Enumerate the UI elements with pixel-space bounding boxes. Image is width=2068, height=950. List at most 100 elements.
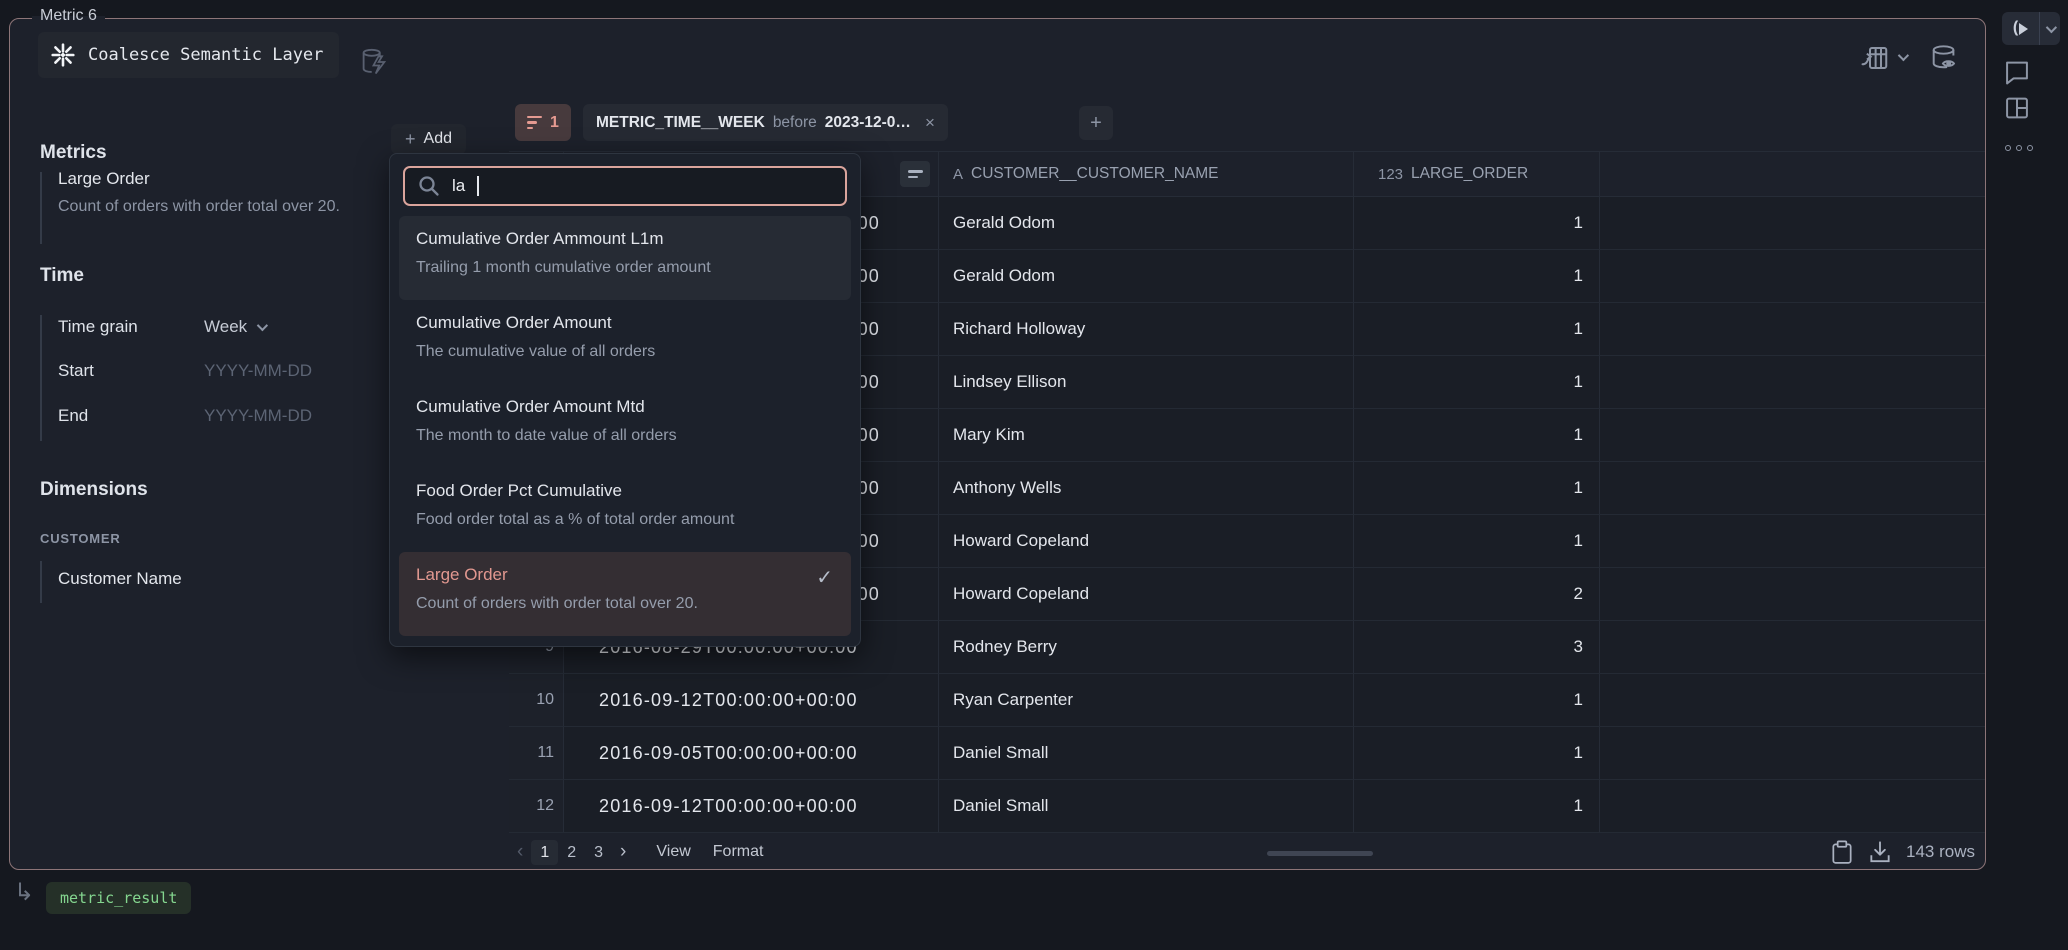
time-grain-row[interactable]: Time grain Week [58,317,265,337]
preview-data-icon[interactable] [1930,43,1962,73]
filter-count-chip[interactable]: 1 [515,104,571,141]
customer-cell: Ryan Carpenter [939,674,1354,726]
empty-cell [1600,674,1985,726]
large-order-cell: 1 [1354,356,1600,408]
prev-page-button[interactable]: ‹ [509,841,531,863]
customer-cell: Lindsey Ellison [939,356,1354,408]
dropdown-item-title: Cumulative Order Ammount L1m [416,229,835,249]
search-query: la [452,176,465,196]
row-number-cell: 12 [509,780,564,832]
start-date-input[interactable]: YYYY-MM-DD [204,361,312,381]
empty-cell [1600,780,1985,832]
run-icon[interactable]: ( [2002,12,2040,45]
empty-cell [1600,356,1985,408]
customer-cell: Mary Kim [939,409,1354,461]
customer-cell: Richard Holloway [939,303,1354,355]
metric-dropdown-items: Cumulative Order Ammount L1mTrailing 1 m… [399,216,851,636]
start-label: Start [58,361,204,381]
dimension-group-label: CUSTOMER [40,531,121,546]
active-filter-chip[interactable]: METRIC_TIME__WEEK before 2023-12-0… × [583,104,948,141]
output-type-chevron-icon[interactable] [1898,53,1906,61]
empty-cell [1600,462,1985,514]
checkmark-icon: ✓ [816,565,833,590]
metric-name: Large Order [58,169,340,189]
remove-filter-icon[interactable]: × [925,113,935,133]
empty-cell [1600,197,1985,249]
output-table-icon[interactable] [1860,43,1890,73]
table-row[interactable]: 102016-09-12T00:00:00+00:00Ryan Carpente… [509,674,1985,727]
comment-icon[interactable] [2003,58,2031,86]
dropdown-item[interactable]: Cumulative Order Amount The cumulative va… [399,300,851,384]
dimensions-heading: Dimensions [40,479,148,501]
filter-count: 1 [550,114,559,132]
empty-cell [1600,409,1985,461]
push-to-warehouse-icon[interactable] [360,47,388,77]
semantic-layer-source-chip[interactable]: Coalesce Semantic Layer [38,32,339,78]
add-metric-button[interactable]: + Add [391,124,466,154]
number-type-icon: 123 [1378,166,1403,183]
dimension-item[interactable]: Customer Name [58,569,182,589]
large-order-cell: 3 [1354,621,1600,673]
metric-search-input[interactable]: la [403,166,847,206]
selected-metric-item[interactable]: Large Order Count of orders with order t… [58,169,340,216]
metric-search-dropdown: la Cumulative Order Ammount L1mTrailing … [389,153,861,647]
end-date-input[interactable]: YYYY-MM-DD [204,406,312,426]
dropdown-item[interactable]: Food Order Pct CumulativeFood order tota… [399,468,851,552]
notebook-cell: Metric 6 Coalesce Semantic Layer Metrics… [9,18,1986,870]
large-order-cell: 1 [1354,462,1600,514]
empty-cell [1600,515,1985,567]
end-date-row: End YYYY-MM-DD [58,406,312,426]
add-filter-button[interactable]: + [1079,106,1113,140]
download-icon[interactable] [1868,839,1892,865]
metric-indent-line [40,172,42,244]
large-order-cell: 1 [1354,674,1600,726]
page-button[interactable]: 3 [585,840,612,865]
layout-icon[interactable] [2003,94,2031,122]
dropdown-item[interactable]: Cumulative Order Ammount L1mTrailing 1 m… [399,216,851,300]
customer-cell: Rodney Berry [939,621,1354,673]
large-order-cell: 2 [1354,568,1600,620]
customer-column-header[interactable]: A CUSTOMER__CUSTOMER_NAME [939,152,1354,196]
dropdown-item-title: Cumulative Order Amount [416,313,835,333]
next-page-button[interactable]: › [612,841,634,862]
copy-table-icon[interactable] [1830,839,1854,865]
empty-cell [1600,250,1985,302]
horizontal-scrollbar[interactable] [1267,851,1373,856]
empty-cell [1600,568,1985,620]
customer-cell: Daniel Small [939,727,1354,779]
date-cell: 2016-09-05T00:00:00+00:00 [564,727,939,779]
more-options-icon[interactable] [2005,145,2033,151]
dimension-name: Customer Name [58,569,182,589]
text-type-icon: A [953,166,963,183]
column-filter-icon[interactable] [900,161,930,187]
empty-cell [1600,621,1985,673]
text-caret [477,176,479,196]
plus-icon: + [405,129,416,150]
table-row[interactable]: 122016-09-12T00:00:00+00:00Daniel Small1 [509,780,1985,833]
empty-cell [1600,303,1985,355]
customer-cell: Howard Copeland [939,568,1354,620]
customer-cell: Anthony Wells [939,462,1354,514]
large-order-cell: 1 [1354,515,1600,567]
large-order-column-header[interactable]: 123 LARGE_ORDER [1354,152,1600,196]
page-button[interactable]: 1 [531,840,558,865]
dimension-indent-line [40,561,42,603]
run-options-chevron-icon[interactable] [2040,25,2060,33]
source-label: Coalesce Semantic Layer [88,45,323,65]
page-button[interactable]: 2 [558,840,585,865]
filter-icon [527,116,542,130]
dropdown-item-description: Food order total as a % of total order a… [416,511,835,529]
customer-cell: Daniel Small [939,780,1354,832]
dropdown-item-description: Count of orders with order total over 20… [416,595,835,613]
tab-view[interactable]: View [656,843,690,861]
run-cell-button[interactable]: ( [2002,12,2060,45]
dropdown-item-description: The cumulative value of all orders [416,343,835,361]
tab-format[interactable]: Format [713,843,764,861]
dropdown-item[interactable]: Cumulative Order Amount MtdThe month to … [399,384,851,468]
time-grain-value: Week [204,317,247,337]
dropdown-item[interactable]: Large OrderCount of orders with order to… [399,552,851,636]
result-variable-chip[interactable]: metric_result [46,882,191,914]
empty-column-header [1600,152,1985,196]
table-row[interactable]: 112016-09-05T00:00:00+00:00Daniel Small1 [509,727,1985,780]
customer-cell: Gerald Odom [939,197,1354,249]
